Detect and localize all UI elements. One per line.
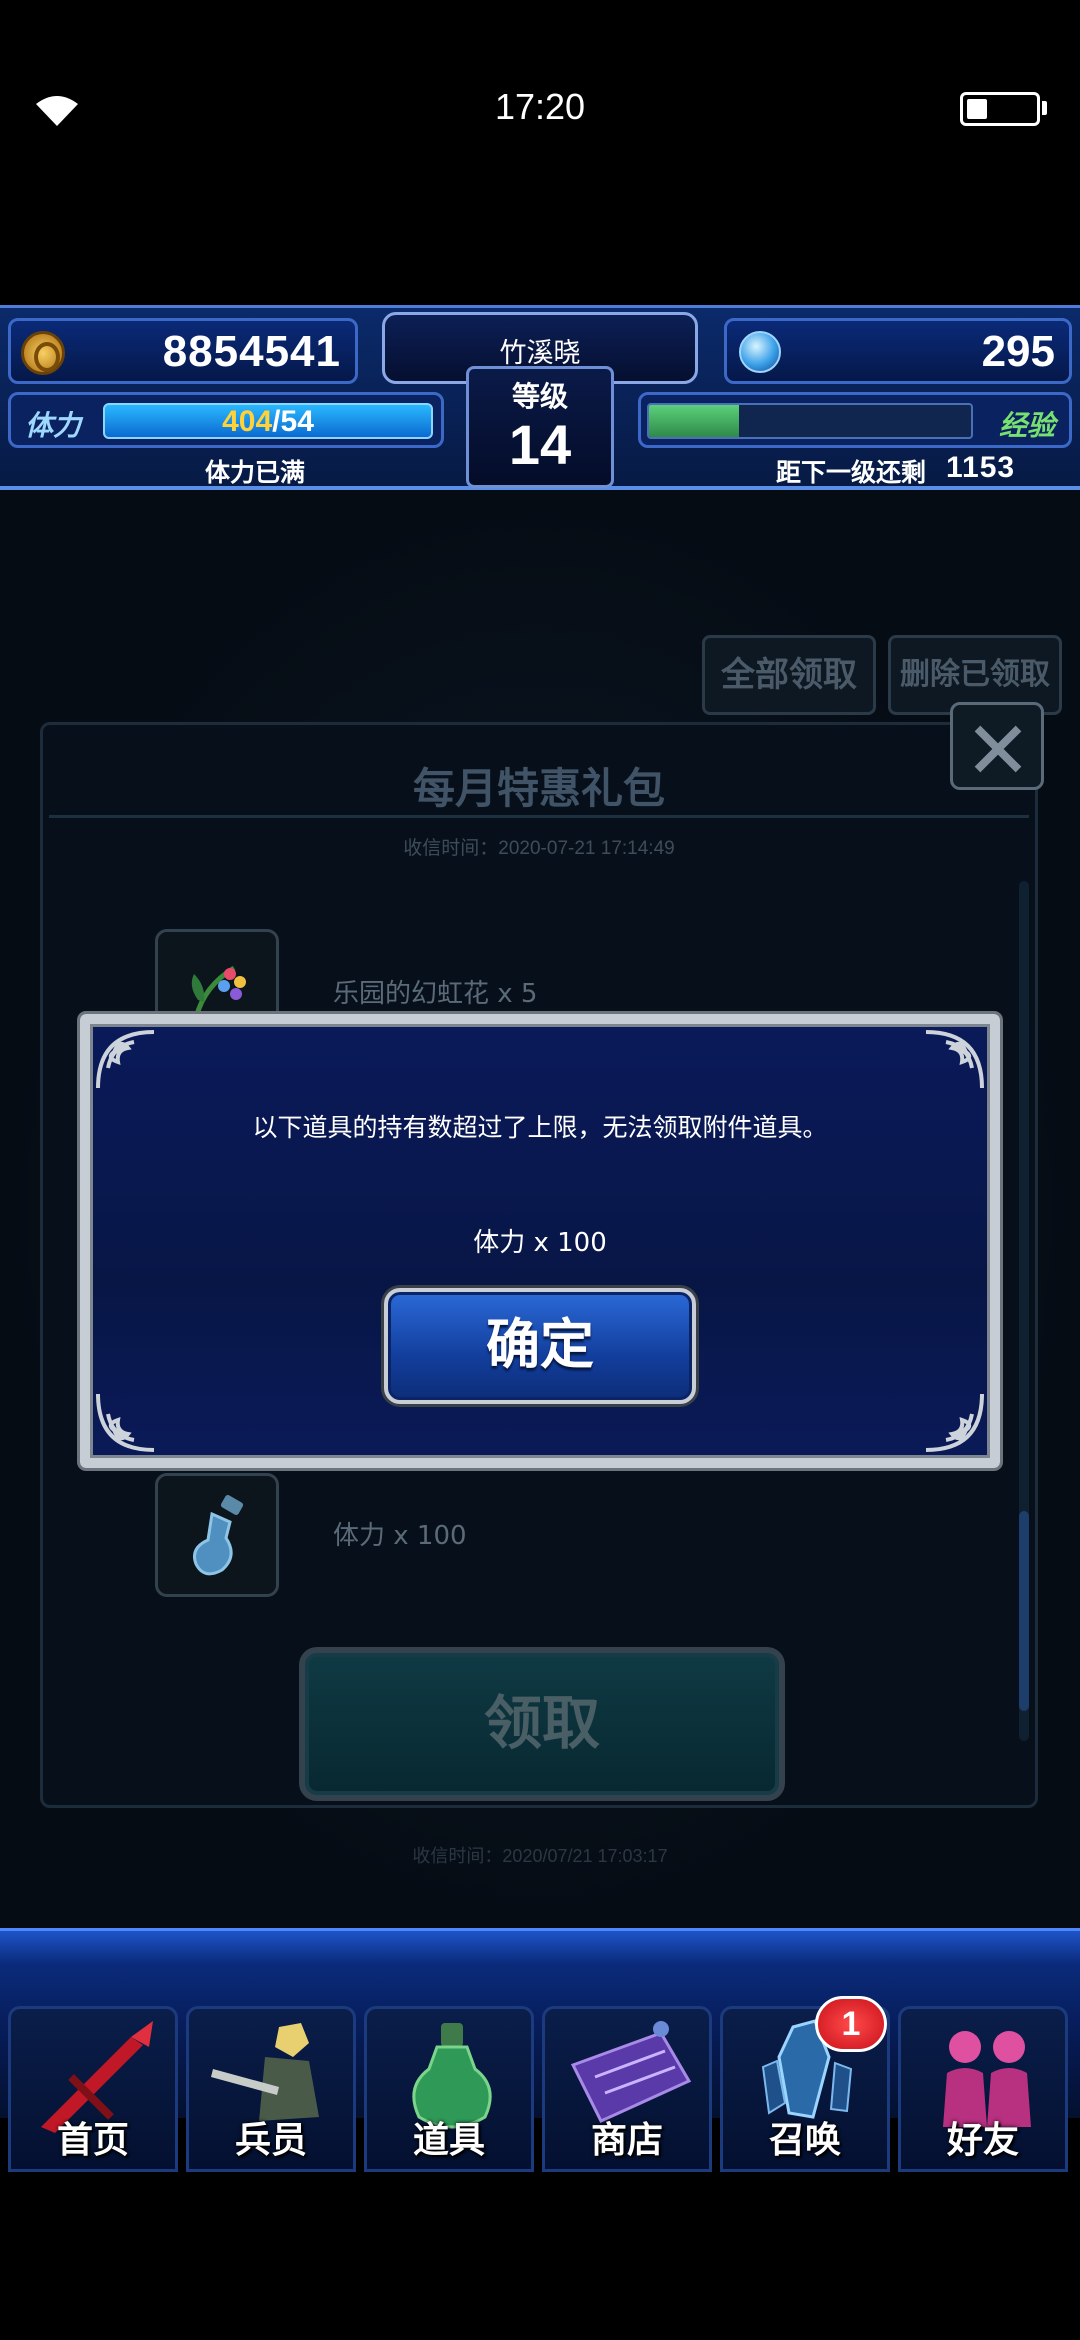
claim-button[interactable]: 领取 (299, 1647, 785, 1801)
next-mail-time: 收信时间：2020/07/21 17:03:17 (412, 1846, 668, 1866)
exp-label: 经验 (998, 409, 1055, 442)
item-slot (155, 1473, 279, 1597)
bottom-safe-area (0, 2176, 1080, 2340)
mail-received-time: 收信时间：2020-07-21 17:14:49 (403, 838, 675, 859)
player-header: 8854541 竹溪晓 等级 14 295 体力 404/54 体力已满 经验 … (0, 305, 1080, 490)
alert-message: 以下道具的持有数超过了上限，无法领取附件道具。 (252, 1113, 828, 1142)
stamina-potion-icon (193, 1495, 244, 1576)
exp-remaining-label: 距下一级还剩 (776, 458, 927, 487)
scrollbar[interactable] (1019, 881, 1029, 1741)
close-button[interactable] (950, 702, 1044, 790)
stamina-status: 体力已满 (205, 458, 306, 487)
player-name: 竹溪晓 (499, 338, 581, 369)
nav-summon-label: 召唤 (768, 2120, 841, 2161)
exp-remaining-value: 1153 (946, 451, 1016, 484)
gem-value: 295 (981, 327, 1055, 376)
nav-home-label: 首页 (56, 2120, 129, 2161)
stamina-readout: 404/54 (105, 405, 431, 438)
ornament-corner-icon (925, 1030, 984, 1089)
notification-badge: 1 (815, 1996, 887, 2052)
level-plate: 等级 14 (466, 366, 614, 488)
gem-counter[interactable]: 295 (724, 318, 1072, 384)
confirm-button-label: 确定 (486, 1313, 594, 1376)
level-label: 等级 (511, 380, 568, 413)
scrollbar-thumb[interactable] (1019, 1511, 1029, 1711)
nav-friends-label: 好友 (946, 2120, 1019, 2161)
gil-value: 8854541 (162, 327, 341, 376)
bottom-nav: 首页 兵员 道具 商店 召唤 好友 (0, 2006, 1080, 2176)
divider (49, 815, 1029, 818)
lapis-gem-icon (739, 331, 781, 373)
status-bar: 17:20 (0, 0, 1080, 220)
nav-items[interactable]: 道具 (364, 2006, 534, 2172)
battery-cap (1042, 101, 1047, 115)
ornament-corner-icon (925, 1393, 984, 1452)
stamina-meter: 体力 404/54 (8, 392, 444, 448)
gil-counter: 8854541 (8, 318, 358, 384)
stamina-bar: 404/54 (103, 403, 433, 439)
mail-title: 每月特惠礼包 (412, 764, 665, 813)
stamina-label: 体力 (25, 409, 82, 442)
nav-units-label: 兵员 (234, 2120, 307, 2161)
item-label: 体力 x 100 (333, 1521, 467, 1551)
battery-icon (960, 92, 1040, 126)
battery-level (967, 99, 987, 119)
nav-items-label: 道具 (412, 2120, 485, 2161)
ornament-corner-icon (96, 1030, 155, 1089)
nav-home[interactable]: 首页 (8, 2006, 178, 2172)
stamina-max: /54 (272, 405, 314, 438)
stamina-current: 404 (222, 405, 273, 438)
claim-button-label: 领取 (483, 1689, 600, 1757)
level-value: 14 (508, 413, 572, 476)
nav-shop[interactable]: 商店 (542, 2006, 712, 2172)
coin-icon (21, 331, 65, 375)
exp-meter: 经验 (638, 392, 1072, 448)
alert-item: 体力 x 100 (473, 1228, 607, 1258)
item-label: 乐园的幻虹花 x 5 (333, 979, 538, 1009)
exp-bar-fill (649, 405, 740, 437)
exp-bar (647, 403, 973, 439)
limit-alert-dialog: 以下道具的持有数超过了上限，无法领取附件道具。 体力 x 100 确定 (80, 1014, 1000, 1468)
nav-friends[interactable]: 好友 (898, 2006, 1068, 2172)
ornament-corner-icon (96, 1393, 155, 1452)
clock: 17:20 (494, 86, 586, 127)
claim-all-button[interactable]: 全部领取 (702, 635, 876, 715)
confirm-button[interactable]: 确定 (384, 1288, 696, 1404)
nav-shop-label: 商店 (590, 2120, 663, 2161)
nav-units[interactable]: 兵员 (186, 2006, 356, 2172)
